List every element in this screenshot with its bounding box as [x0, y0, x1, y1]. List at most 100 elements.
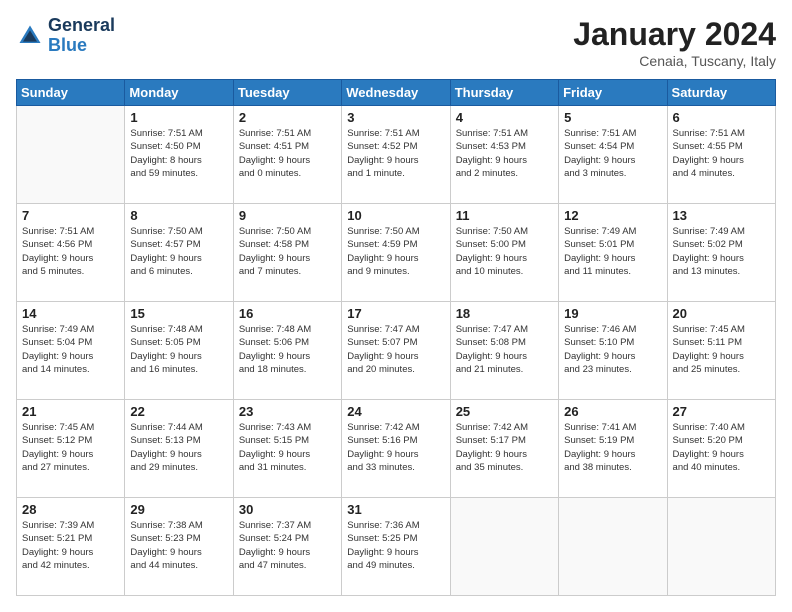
day-number: 29	[130, 502, 227, 517]
day-info: Sunrise: 7:47 AMSunset: 5:07 PMDaylight:…	[347, 323, 444, 376]
title-area: January 2024 Cenaia, Tuscany, Italy	[573, 16, 776, 69]
day-number: 20	[673, 306, 770, 321]
day-info: Sunrise: 7:51 AMSunset: 4:55 PMDaylight:…	[673, 127, 770, 180]
calendar-week-2: 7 Sunrise: 7:51 AMSunset: 4:56 PMDaylight…	[17, 204, 776, 302]
day-number: 17	[347, 306, 444, 321]
calendar-cell: 28Sunrise: 7:39 AMSunset: 5:21 PMDayligh…	[17, 498, 125, 596]
calendar-dow-thursday: Thursday	[450, 80, 558, 106]
day-info: Sunrise: 7:50 AMSunset: 4:59 PMDaylight:…	[347, 225, 444, 278]
day-info: Sunrise: 7:50 AMSunset: 5:00 PMDaylight:…	[456, 225, 553, 278]
calendar-cell: 26 Sunrise: 7:41 AMSunset: 5:19 PMDayligh…	[559, 400, 667, 498]
logo: General Blue	[16, 16, 115, 56]
day-number: 15	[130, 306, 227, 321]
calendar-week-1: 1Sunrise: 7:51 AMSunset: 4:50 PMDaylight…	[17, 106, 776, 204]
day-number: 11	[456, 208, 553, 223]
day-number: 7	[22, 208, 119, 223]
day-number: 8	[130, 208, 227, 223]
calendar-dow-tuesday: Tuesday	[233, 80, 341, 106]
day-number: 21	[22, 404, 119, 419]
calendar-cell: 6 Sunrise: 7:51 AMSunset: 4:55 PMDaylight…	[667, 106, 775, 204]
day-info: Sunrise: 7:38 AMSunset: 5:23 PMDaylight:…	[130, 519, 227, 572]
day-info: Sunrise: 7:37 AMSunset: 5:24 PMDaylight:…	[239, 519, 336, 572]
day-number: 26	[564, 404, 661, 419]
calendar-cell: 7 Sunrise: 7:51 AMSunset: 4:56 PMDaylight…	[17, 204, 125, 302]
calendar-cell: 3 Sunrise: 7:51 AMSunset: 4:52 PMDaylight…	[342, 106, 450, 204]
calendar-cell: 9Sunrise: 7:50 AMSunset: 4:58 PMDaylight…	[233, 204, 341, 302]
day-number: 3	[347, 110, 444, 125]
day-info: Sunrise: 7:45 AMSunset: 5:11 PMDaylight:…	[673, 323, 770, 376]
day-info: Sunrise: 7:36 AMSunset: 5:25 PMDaylight:…	[347, 519, 444, 572]
calendar-cell: 23 Sunrise: 7:43 AMSunset: 5:15 PMDayligh…	[233, 400, 341, 498]
day-info: Sunrise: 7:48 AMSunset: 5:05 PMDaylight:…	[130, 323, 227, 376]
day-info: Sunrise: 7:49 AMSunset: 5:02 PMDaylight:…	[673, 225, 770, 278]
day-number: 28	[22, 502, 119, 517]
calendar-cell: 4 Sunrise: 7:51 AMSunset: 4:53 PMDaylight…	[450, 106, 558, 204]
calendar-cell: 2 Sunrise: 7:51 AMSunset: 4:51 PMDaylight…	[233, 106, 341, 204]
calendar-cell: 15 Sunrise: 7:48 AMSunset: 5:05 PMDayligh…	[125, 302, 233, 400]
calendar-cell	[667, 498, 775, 596]
day-info: Sunrise: 7:51 AMSunset: 4:54 PMDaylight:…	[564, 127, 661, 180]
day-number: 22	[130, 404, 227, 419]
main-title: January 2024	[573, 16, 776, 53]
day-number: 2	[239, 110, 336, 125]
day-number: 13	[673, 208, 770, 223]
calendar-cell: 12Sunrise: 7:49 AMSunset: 5:01 PMDayligh…	[559, 204, 667, 302]
day-number: 5	[564, 110, 661, 125]
day-number: 23	[239, 404, 336, 419]
calendar-cell: 29 Sunrise: 7:38 AMSunset: 5:23 PMDayligh…	[125, 498, 233, 596]
calendar-cell	[450, 498, 558, 596]
calendar-cell: 31Sunrise: 7:36 AMSunset: 5:25 PMDayligh…	[342, 498, 450, 596]
day-number: 18	[456, 306, 553, 321]
day-info: Sunrise: 7:42 AMSunset: 5:17 PMDaylight:…	[456, 421, 553, 474]
day-info: Sunrise: 7:51 AMSunset: 4:56 PMDaylight:…	[22, 225, 119, 278]
header: General Blue January 2024 Cenaia, Tuscan…	[16, 16, 776, 69]
calendar-dow-monday: Monday	[125, 80, 233, 106]
calendar-week-4: 21 Sunrise: 7:45 AMSunset: 5:12 PMDayligh…	[17, 400, 776, 498]
calendar-table: SundayMondayTuesdayWednesdayThursdayFrid…	[16, 79, 776, 596]
day-info: Sunrise: 7:51 AMSunset: 4:53 PMDaylight:…	[456, 127, 553, 180]
calendar-cell: 30 Sunrise: 7:37 AMSunset: 5:24 PMDayligh…	[233, 498, 341, 596]
calendar-cell: 19Sunrise: 7:46 AMSunset: 5:10 PMDayligh…	[559, 302, 667, 400]
calendar-cell: 1Sunrise: 7:51 AMSunset: 4:50 PMDaylight…	[125, 106, 233, 204]
day-number: 1	[130, 110, 227, 125]
day-number: 9	[239, 208, 336, 223]
day-number: 6	[673, 110, 770, 125]
calendar-cell: 5 Sunrise: 7:51 AMSunset: 4:54 PMDaylight…	[559, 106, 667, 204]
calendar-cell: 24 Sunrise: 7:42 AMSunset: 5:16 PMDayligh…	[342, 400, 450, 498]
calendar-cell	[559, 498, 667, 596]
calendar-dow-saturday: Saturday	[667, 80, 775, 106]
calendar-week-3: 14Sunrise: 7:49 AMSunset: 5:04 PMDayligh…	[17, 302, 776, 400]
calendar-cell: 25 Sunrise: 7:42 AMSunset: 5:17 PMDayligh…	[450, 400, 558, 498]
page: General Blue January 2024 Cenaia, Tuscan…	[0, 0, 792, 612]
calendar-cell: 27Sunrise: 7:40 AMSunset: 5:20 PMDayligh…	[667, 400, 775, 498]
day-info: Sunrise: 7:51 AMSunset: 4:51 PMDaylight:…	[239, 127, 336, 180]
day-info: Sunrise: 7:44 AMSunset: 5:13 PMDaylight:…	[130, 421, 227, 474]
calendar-dow-sunday: Sunday	[17, 80, 125, 106]
day-info: Sunrise: 7:43 AMSunset: 5:15 PMDaylight:…	[239, 421, 336, 474]
subtitle: Cenaia, Tuscany, Italy	[573, 53, 776, 69]
day-info: Sunrise: 7:45 AMSunset: 5:12 PMDaylight:…	[22, 421, 119, 474]
calendar-dow-wednesday: Wednesday	[342, 80, 450, 106]
day-number: 24	[347, 404, 444, 419]
day-info: Sunrise: 7:40 AMSunset: 5:20 PMDaylight:…	[673, 421, 770, 474]
calendar-cell: 18 Sunrise: 7:47 AMSunset: 5:08 PMDayligh…	[450, 302, 558, 400]
calendar-cell: 13 Sunrise: 7:49 AMSunset: 5:02 PMDayligh…	[667, 204, 775, 302]
calendar-cell: 14Sunrise: 7:49 AMSunset: 5:04 PMDayligh…	[17, 302, 125, 400]
day-number: 25	[456, 404, 553, 419]
day-number: 4	[456, 110, 553, 125]
calendar-cell: 20 Sunrise: 7:45 AMSunset: 5:11 PMDayligh…	[667, 302, 775, 400]
day-info: Sunrise: 7:50 AMSunset: 4:57 PMDaylight:…	[130, 225, 227, 278]
calendar-header-row: SundayMondayTuesdayWednesdayThursdayFrid…	[17, 80, 776, 106]
calendar-cell: 16Sunrise: 7:48 AMSunset: 5:06 PMDayligh…	[233, 302, 341, 400]
day-info: Sunrise: 7:42 AMSunset: 5:16 PMDaylight:…	[347, 421, 444, 474]
day-number: 30	[239, 502, 336, 517]
calendar-week-5: 28Sunrise: 7:39 AMSunset: 5:21 PMDayligh…	[17, 498, 776, 596]
day-info: Sunrise: 7:41 AMSunset: 5:19 PMDaylight:…	[564, 421, 661, 474]
day-number: 19	[564, 306, 661, 321]
calendar-cell: 17 Sunrise: 7:47 AMSunset: 5:07 PMDayligh…	[342, 302, 450, 400]
day-info: Sunrise: 7:47 AMSunset: 5:08 PMDaylight:…	[456, 323, 553, 376]
day-number: 14	[22, 306, 119, 321]
day-info: Sunrise: 7:48 AMSunset: 5:06 PMDaylight:…	[239, 323, 336, 376]
day-info: Sunrise: 7:51 AMSunset: 4:52 PMDaylight:…	[347, 127, 444, 180]
calendar-cell: 10Sunrise: 7:50 AMSunset: 4:59 PMDayligh…	[342, 204, 450, 302]
